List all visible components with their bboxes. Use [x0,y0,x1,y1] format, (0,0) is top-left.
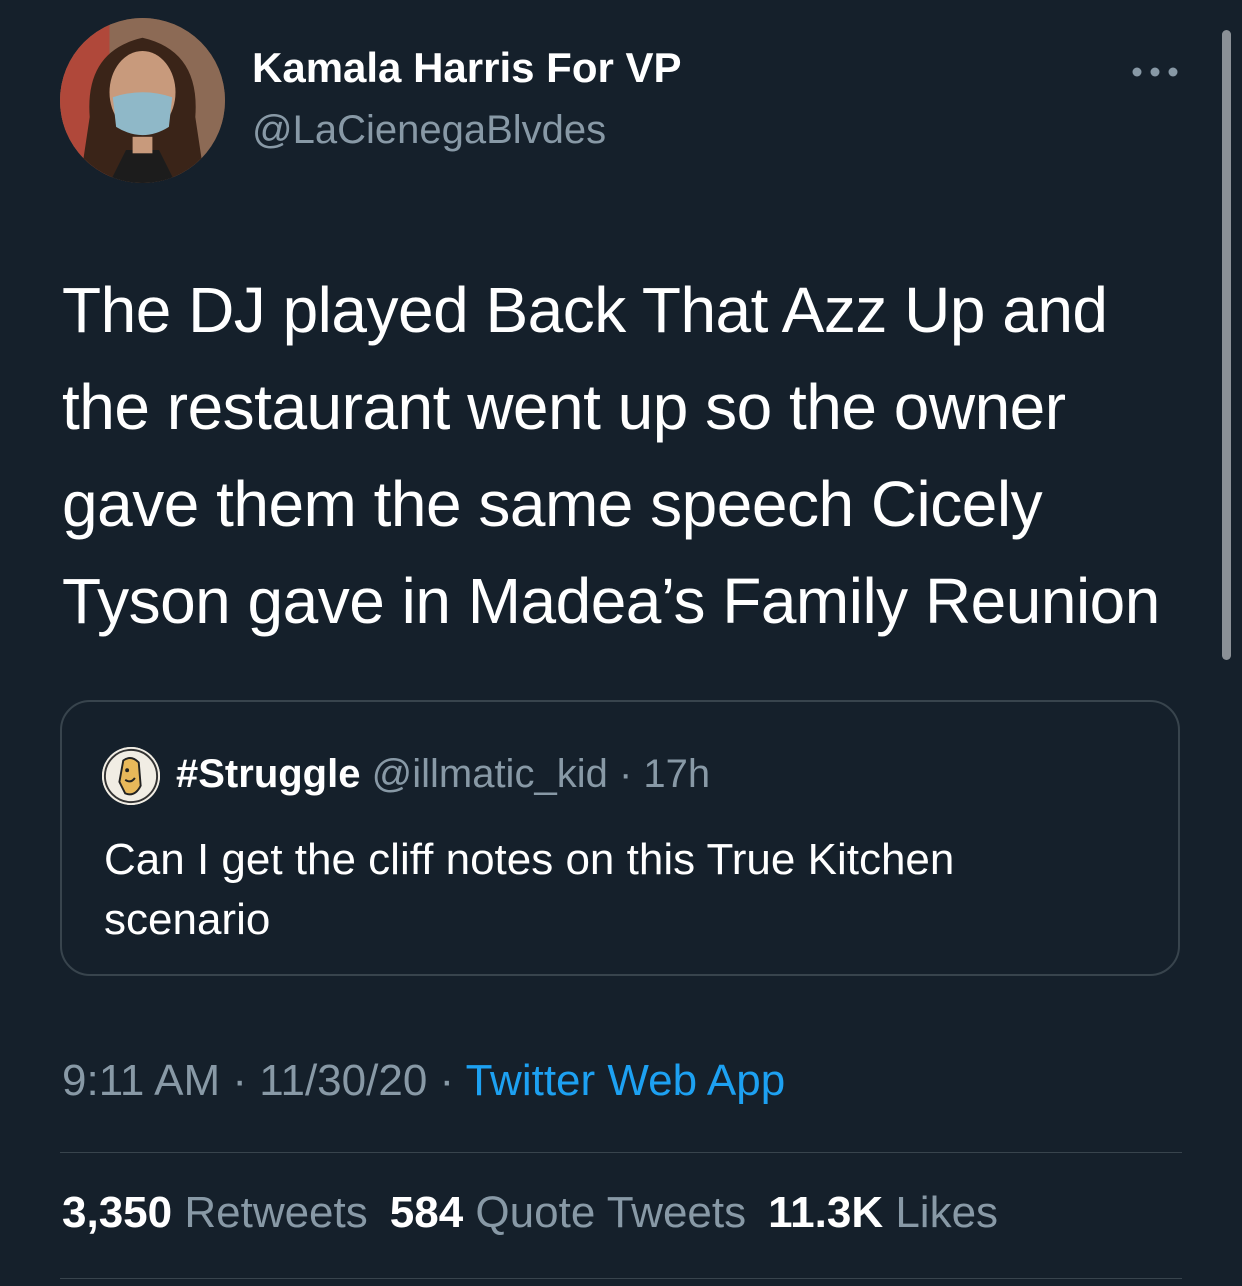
tweet-text-line: gave them the same speech Cicely [62,468,1043,540]
display-name[interactable]: Kamala Harris For VP [252,44,682,92]
tweet-detail: Kamala Harris For VP @LaCienegaBlvdes Th… [0,0,1242,1286]
quoted-time: 17h [643,752,711,796]
likes-stat[interactable]: 11.3K Likes [768,1188,998,1238]
divider [60,1152,1182,1153]
retweets-count: 3,350 [62,1188,173,1237]
quoted-handle[interactable]: @illmatic_kid [372,752,608,796]
quote-tweets-stat[interactable]: 584 Quote Tweets [390,1188,746,1238]
retweets-label: Retweets [184,1188,368,1237]
tweet-text-line: The DJ played Back That Azz Up and [62,274,1108,346]
tweet-text-line: the restaurant went up so the owner [62,371,1066,443]
user-handle[interactable]: @LaCienegaBlvdes [252,108,606,153]
quoted-separator: · [607,752,644,796]
quote-tweets-label: Quote Tweets [475,1188,747,1237]
meta-separator: · [427,1056,466,1105]
scrollbar[interactable] [1222,30,1231,660]
tweet-time[interactable]: 9:11 AM [62,1056,220,1105]
divider [60,1278,1182,1279]
avatar[interactable] [60,18,225,183]
quoted-avatar-image [102,747,160,805]
quoted-text-line: scenario [104,895,271,944]
likes-label: Likes [895,1188,999,1237]
tweet-source-link[interactable]: Twitter Web App [466,1056,786,1105]
quoted-tweet[interactable]: #Struggle @illmatic_kid · 17h Can I get … [60,700,1180,976]
quoted-text: Can I get the cliff notes on this True K… [104,830,1144,950]
tweet-date[interactable]: 11/30/20 [259,1056,427,1105]
quoted-header: #Struggle @illmatic_kid · 17h [176,752,710,797]
tweet-text-line: Tyson gave in Madea’s Family Reunion [62,565,1160,637]
quoted-name[interactable]: #Struggle [176,752,360,796]
quoted-avatar[interactable] [102,747,160,805]
quote-tweets-count: 584 [389,1188,464,1237]
quoted-text-line: Can I get the cliff notes on this True K… [104,835,955,884]
avatar-image [60,18,225,183]
tweet-meta: 9:11 AM · 11/30/20 · Twitter Web App [62,1056,785,1106]
more-horizontal-icon[interactable] [1128,60,1182,84]
tweet-stats: 3,350 Retweets 584 Quote Tweets 11.3K Like… [62,1188,1020,1238]
meta-separator: · [220,1056,260,1105]
retweets-stat[interactable]: 3,350 Retweets [62,1188,368,1238]
likes-count: 11.3K [768,1188,884,1237]
tweet-text: The DJ played Back That Azz Up and the r… [62,262,1202,650]
